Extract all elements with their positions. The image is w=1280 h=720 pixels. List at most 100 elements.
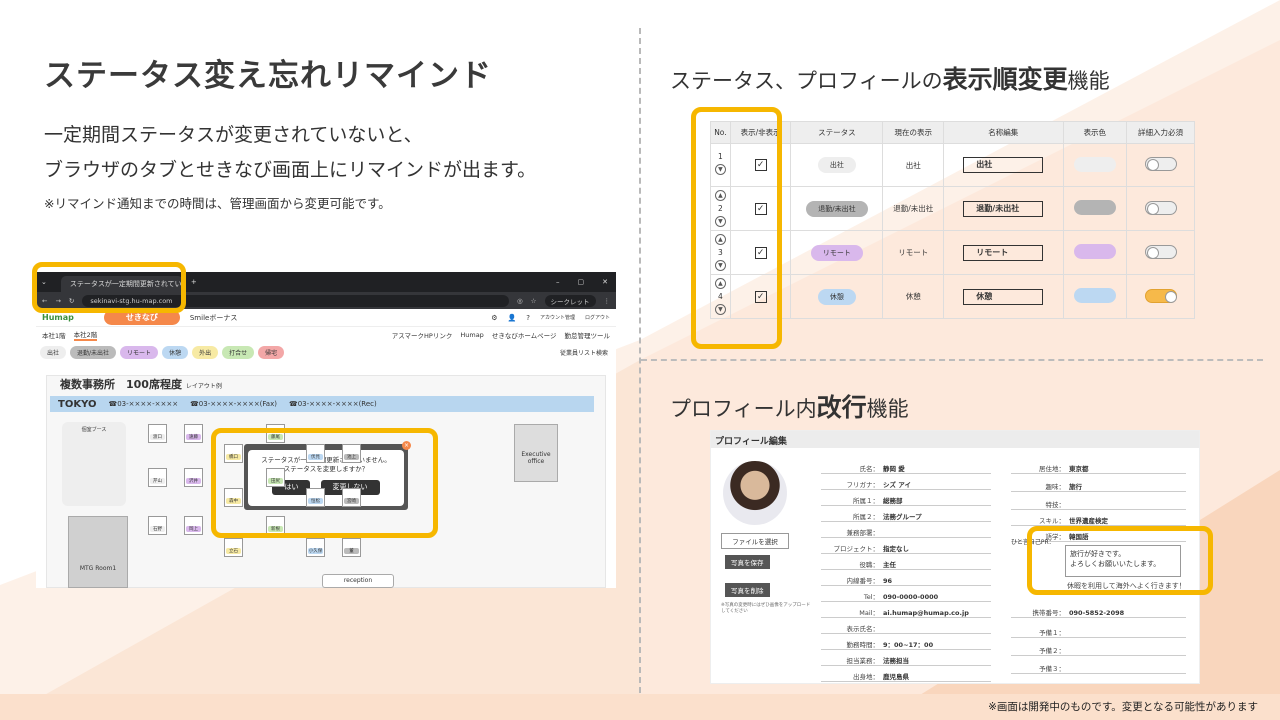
seat[interactable]: 沢井: [184, 468, 203, 487]
color-swatch[interactable]: [1073, 288, 1116, 303]
seat[interactable]: 田尻: [266, 468, 285, 487]
profile-field[interactable]: 氏名： 静岡 愛: [821, 463, 991, 474]
name-edit-input[interactable]: リモート: [963, 244, 1044, 261]
profile-field[interactable]: プロジェクト： 指定なし: [821, 543, 991, 554]
menu-dots-icon[interactable]: ⋮: [604, 297, 611, 305]
floor-tab-2[interactable]: 本社2階: [73, 329, 98, 341]
reload-icon[interactable]: ↻: [69, 297, 74, 305]
eye-off-icon[interactable]: ◎: [517, 297, 523, 305]
link-attendance[interactable]: 勤怠管理ツール: [565, 330, 611, 340]
back-icon[interactable]: ←: [42, 297, 47, 305]
account-link[interactable]: アカウント管理: [540, 314, 575, 321]
color-swatch[interactable]: [1073, 244, 1116, 259]
link-sekinavi-home[interactable]: せきなびホームページ: [492, 330, 557, 340]
profile-field[interactable]: 予備３：: [1011, 663, 1186, 674]
employee-search[interactable]: 従業員リスト検索: [560, 348, 608, 357]
tab-list-icon[interactable]: ⌄: [41, 278, 47, 286]
profile-field[interactable]: 趣味： 旅行: [1011, 481, 1186, 492]
move-down-icon[interactable]: ▼: [714, 216, 726, 227]
modal-close-icon[interactable]: ×: [402, 441, 411, 450]
seat[interactable]: 新根: [266, 516, 285, 535]
profile-field[interactable]: 勤務時間： 9：00~17：00: [821, 639, 991, 650]
move-up-icon[interactable]: ▲: [714, 234, 726, 245]
seat[interactable]: 森中: [224, 488, 243, 507]
star-icon[interactable]: ☆: [531, 297, 537, 305]
browser-tab-reminder[interactable]: ステータスが一定期間更新されていません ✕: [60, 276, 183, 292]
profile-field[interactable]: スキル： 世界遺産検定: [1011, 515, 1186, 526]
seat[interactable]: 伏見: [306, 444, 325, 463]
seat[interactable]: 岡上: [184, 516, 203, 535]
seat[interactable]: 橋口: [224, 444, 243, 463]
status-chip-break[interactable]: 休憩: [162, 345, 189, 359]
move-up-icon[interactable]: ▲: [714, 278, 726, 289]
floor-tab-1[interactable]: 本社1階: [42, 330, 66, 340]
forward-icon[interactable]: →: [55, 297, 60, 305]
profile-field[interactable]: 居住地： 東京都: [1011, 463, 1186, 474]
profile-field[interactable]: 役職： 主任: [821, 559, 991, 570]
link-humap[interactable]: Humap: [460, 331, 483, 339]
intro-textarea[interactable]: 旅行が好きです。 よろしくお願いいたします。: [1065, 545, 1181, 577]
logout-link[interactable]: ログアウト: [585, 314, 610, 321]
profile-field[interactable]: 兼務部署：: [821, 527, 991, 538]
profile-field[interactable]: 予備２：: [1011, 645, 1186, 656]
url-field[interactable]: sekinavi-stg.hu-map.com: [82, 294, 509, 307]
seat[interactable]: 小久保: [306, 538, 325, 557]
humap-logo[interactable]: Humap: [42, 313, 74, 322]
seat[interactable]: 董: [342, 538, 361, 557]
seat[interactable]: 石野: [148, 516, 167, 535]
required-toggle[interactable]: [1144, 244, 1177, 259]
link-asmark[interactable]: アスマークHPリンク: [392, 330, 453, 340]
seat[interactable]: 遠藤: [184, 424, 203, 443]
smile-bonus-tab[interactable]: Smileボーナス: [190, 313, 237, 323]
profile-field[interactable]: 特技：: [1011, 499, 1186, 510]
profile-field[interactable]: 内線番号： 96: [821, 575, 991, 586]
delete-photo-button[interactable]: 写真を削除: [725, 583, 770, 597]
profile-field[interactable]: 所属２： 法務グループ: [821, 511, 991, 522]
seat[interactable]: 立石: [224, 538, 243, 557]
visible-checkbox[interactable]: ✓: [754, 290, 767, 303]
incognito-badge[interactable]: シークレット: [544, 294, 596, 307]
user-icon[interactable]: 👤: [508, 314, 517, 322]
close-window-icon[interactable]: ✕: [602, 278, 608, 286]
seat[interactable]: 芹山: [148, 468, 167, 487]
visible-checkbox[interactable]: ✓: [754, 246, 767, 259]
visible-checkbox[interactable]: ✓: [754, 159, 767, 171]
save-photo-button[interactable]: 写真を保存: [725, 555, 770, 569]
move-down-icon[interactable]: ▼: [714, 164, 726, 175]
required-toggle[interactable]: [1144, 288, 1177, 303]
status-chip-meeting[interactable]: 打合せ: [222, 345, 255, 359]
seat[interactable]: 藤尾: [266, 424, 285, 443]
profile-field[interactable]: 担当業務： 法務担当: [821, 655, 991, 666]
profile-field[interactable]: 所属１： 総務部: [821, 495, 991, 506]
seat[interactable]: 宮崎: [342, 488, 361, 507]
color-swatch[interactable]: [1073, 200, 1116, 215]
visible-checkbox[interactable]: ✓: [754, 202, 767, 215]
maximize-icon[interactable]: ▢: [578, 278, 585, 286]
move-down-icon[interactable]: ▼: [714, 260, 726, 271]
color-swatch[interactable]: [1073, 156, 1116, 172]
profile-field[interactable]: Mail： ai.humap@humap.co.jp: [821, 607, 991, 618]
status-chip-off[interactable]: 退勤/未出社: [70, 345, 117, 359]
seat[interactable]: 恒松: [306, 488, 325, 507]
profile-field[interactable]: フリガナ： シズ アイ: [821, 479, 991, 490]
profile-field[interactable]: 携帯番号： 090-5852-2098: [1011, 607, 1186, 618]
profile-field[interactable]: 表示氏名：: [821, 623, 991, 634]
status-chip-office[interactable]: 出社: [40, 345, 67, 359]
status-chip-home[interactable]: 帰宅: [258, 345, 285, 359]
name-edit-input[interactable]: 休憩: [963, 288, 1044, 305]
status-chip-remote[interactable]: リモート: [120, 345, 159, 359]
name-edit-input[interactable]: 退勤/未出社: [963, 200, 1044, 217]
profile-field[interactable]: 出身地： 鹿児島県: [821, 671, 991, 682]
profile-field[interactable]: 予備１：: [1011, 627, 1186, 638]
minimize-icon[interactable]: –: [556, 278, 560, 286]
help-icon[interactable]: ?: [526, 314, 530, 322]
required-toggle[interactable]: [1144, 200, 1177, 215]
profile-field[interactable]: Tel： 090-0000-0000: [821, 591, 991, 602]
seat[interactable]: 渡口: [148, 424, 167, 443]
move-up-icon[interactable]: ▲: [714, 190, 726, 201]
new-tab-icon[interactable]: +: [191, 278, 197, 286]
status-chip-out[interactable]: 外出: [192, 345, 219, 359]
choose-file-button[interactable]: ファイルを選択: [721, 533, 789, 549]
seat[interactable]: 池上: [342, 444, 361, 463]
name-edit-input[interactable]: 出社: [963, 157, 1044, 173]
